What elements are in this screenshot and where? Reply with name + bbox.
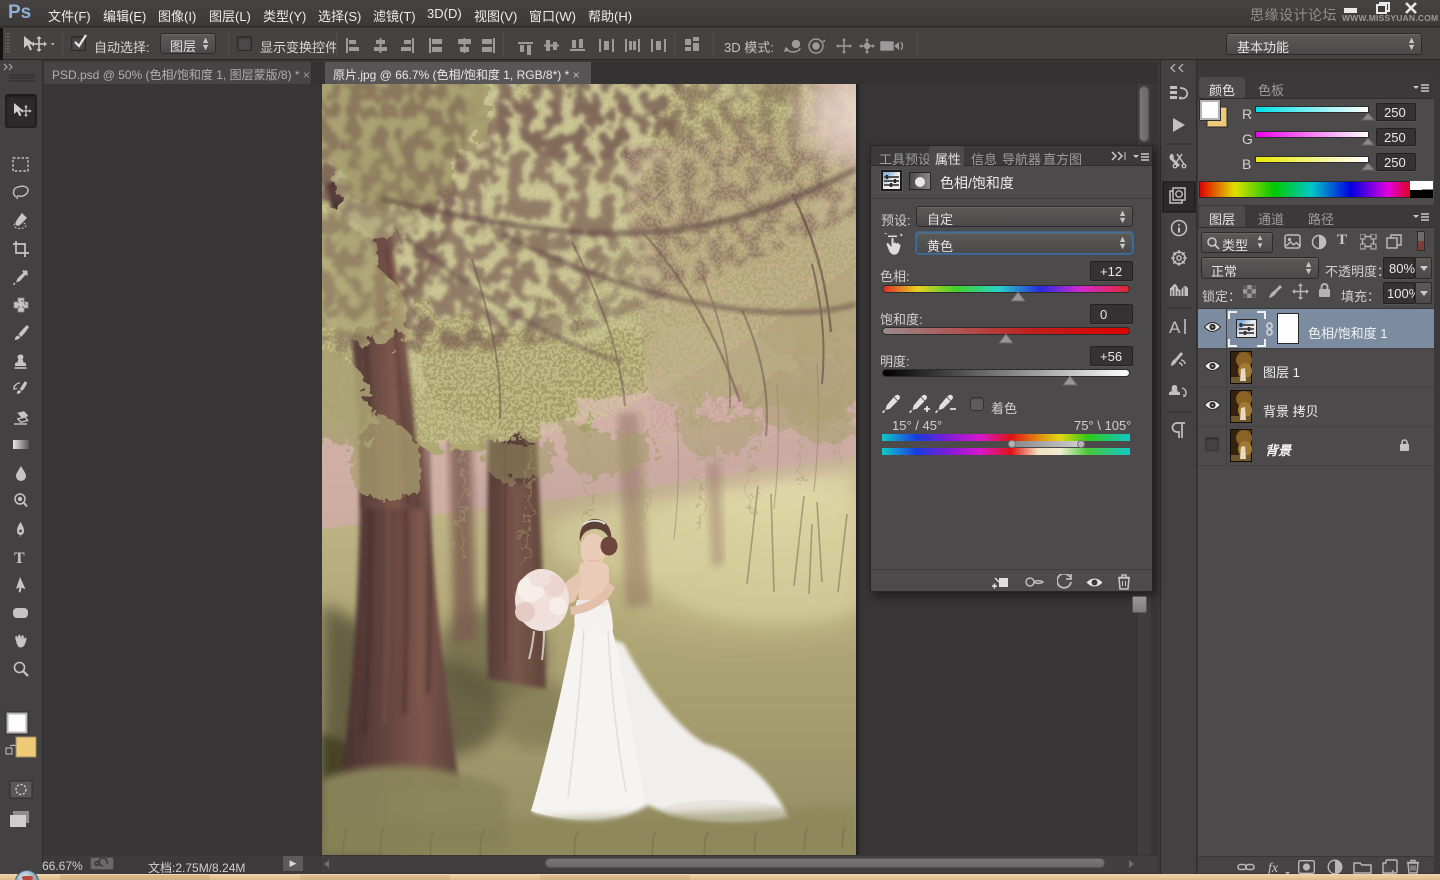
svg-text:T: T <box>14 550 25 567</box>
svg-text:A: A <box>1169 318 1181 337</box>
svg-text:fx: fx <box>1268 861 1279 875</box>
